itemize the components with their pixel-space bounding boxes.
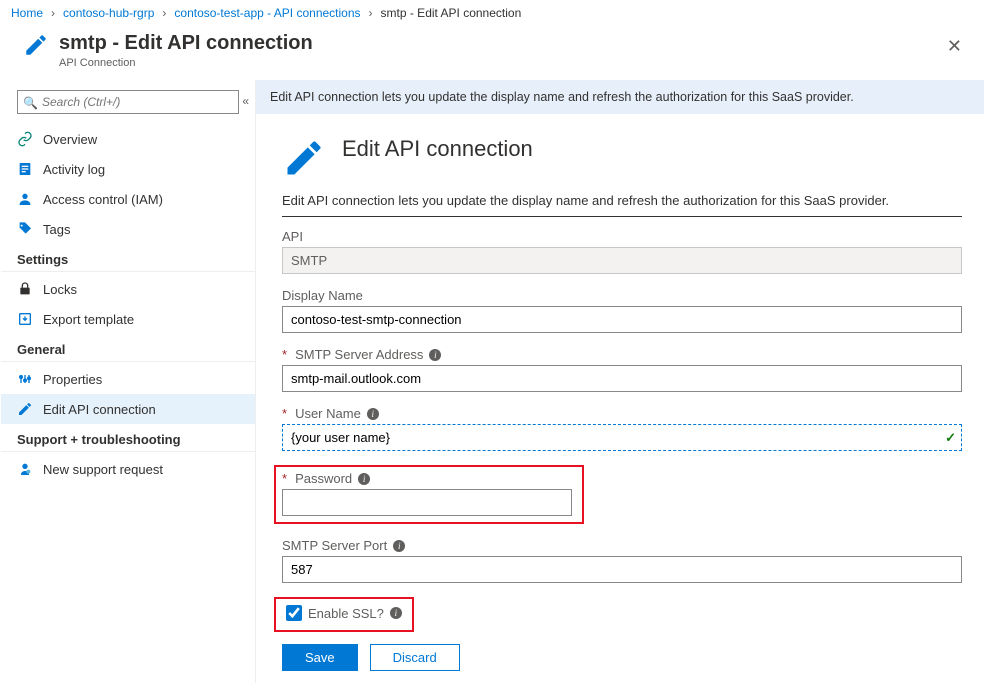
sidebar-item-label: Export template <box>43 312 134 327</box>
smtp-server-field[interactable] <box>282 365 962 392</box>
breadcrumb-app[interactable]: contoso-test-app - API connections <box>174 6 360 20</box>
sidebar-item-label: Tags <box>43 222 70 237</box>
info-icon[interactable]: i <box>358 473 370 485</box>
api-field <box>282 247 962 274</box>
sidebar-section-general: General <box>1 334 255 362</box>
smtp-port-label: SMTP Server Port i <box>282 538 962 553</box>
save-button[interactable]: Save <box>282 644 358 671</box>
info-icon[interactable]: i <box>390 607 402 619</box>
smtp-server-label: *SMTP Server Address i <box>282 347 962 362</box>
sidebar-item-label: Locks <box>43 282 77 297</box>
sidebar-item-label: Properties <box>43 372 102 387</box>
password-field[interactable] <box>282 489 572 516</box>
chevron-right-icon: › <box>369 6 373 20</box>
sidebar-item-label: Overview <box>43 132 97 147</box>
sidebar-item-label: Access control (IAM) <box>43 192 163 207</box>
sidebar-item-properties[interactable]: Properties <box>1 364 255 394</box>
sidebar-item-overview[interactable]: Overview <box>1 124 255 154</box>
link-icon <box>17 131 33 147</box>
sidebar-item-locks[interactable]: Locks <box>1 274 255 304</box>
log-icon <box>17 161 33 177</box>
breadcrumb: Home › contoso-hub-rgrp › contoso-test-a… <box>1 1 984 28</box>
form-heading: Edit API connection <box>342 136 533 162</box>
search-input[interactable] <box>17 90 239 114</box>
discard-button[interactable]: Discard <box>370 644 460 671</box>
breadcrumb-current: smtp - Edit API connection <box>381 6 522 20</box>
collapse-sidebar-button[interactable]: « <box>242 94 249 108</box>
sidebar: 🔍 « Overview Activity log Ac <box>1 80 256 683</box>
info-banner: Edit API connection lets you update the … <box>256 80 984 114</box>
password-highlight: *Password i <box>274 465 584 524</box>
enable-ssl-row[interactable]: Enable SSL? i <box>286 605 402 621</box>
sidebar-item-export-template[interactable]: Export template <box>1 304 255 334</box>
sidebar-section-settings: Settings <box>1 244 255 272</box>
username-label: *User Name i <box>282 406 962 421</box>
display-name-label: Display Name <box>282 288 962 303</box>
sidebar-item-access-control[interactable]: Access control (IAM) <box>1 184 255 214</box>
page-subtitle: API Connection <box>59 57 313 69</box>
breadcrumb-home[interactable]: Home <box>11 6 43 20</box>
chevron-right-icon: › <box>51 6 55 20</box>
ssl-highlight: Enable SSL? i <box>274 597 414 632</box>
tag-icon <box>17 221 33 237</box>
display-name-field[interactable] <box>282 306 962 333</box>
form-description: Edit API connection lets you update the … <box>282 193 962 216</box>
page-title: smtp - Edit API connection <box>59 32 313 55</box>
password-label: *Password i <box>282 471 576 486</box>
username-field[interactable] <box>282 424 962 451</box>
sidebar-item-label: Activity log <box>43 162 105 177</box>
checkmark-icon: ✓ <box>945 430 956 446</box>
enable-ssl-checkbox[interactable] <box>286 605 302 621</box>
pencil-icon <box>17 401 33 417</box>
chevron-right-icon: › <box>162 6 166 20</box>
sidebar-item-tags[interactable]: Tags <box>1 214 255 244</box>
sidebar-item-activity-log[interactable]: Activity log <box>1 154 255 184</box>
sidebar-section-support: Support + troubleshooting <box>1 424 255 452</box>
person-icon <box>17 191 33 207</box>
smtp-port-field[interactable] <box>282 556 962 583</box>
breadcrumb-resource-group[interactable]: contoso-hub-rgrp <box>63 6 154 20</box>
sidebar-item-label: New support request <box>43 462 163 477</box>
sidebar-item-new-support-request[interactable]: New support request <box>1 454 255 484</box>
sidebar-item-edit-api-connection[interactable]: Edit API connection <box>1 394 255 424</box>
lock-icon <box>17 281 33 297</box>
divider <box>282 216 962 217</box>
info-icon[interactable]: i <box>429 349 441 361</box>
export-icon <box>17 311 33 327</box>
sidebar-item-label: Edit API connection <box>43 402 156 417</box>
enable-ssl-label: Enable SSL? <box>308 606 384 621</box>
pencil-icon <box>23 32 49 61</box>
info-icon[interactable]: i <box>367 408 379 420</box>
close-button[interactable]: ✕ <box>939 32 970 61</box>
search-icon: 🔍 <box>23 96 38 110</box>
support-icon <box>17 461 33 477</box>
api-label: API <box>282 229 962 244</box>
pencil-icon <box>282 136 326 183</box>
properties-icon <box>17 371 33 387</box>
info-icon[interactable]: i <box>393 540 405 552</box>
